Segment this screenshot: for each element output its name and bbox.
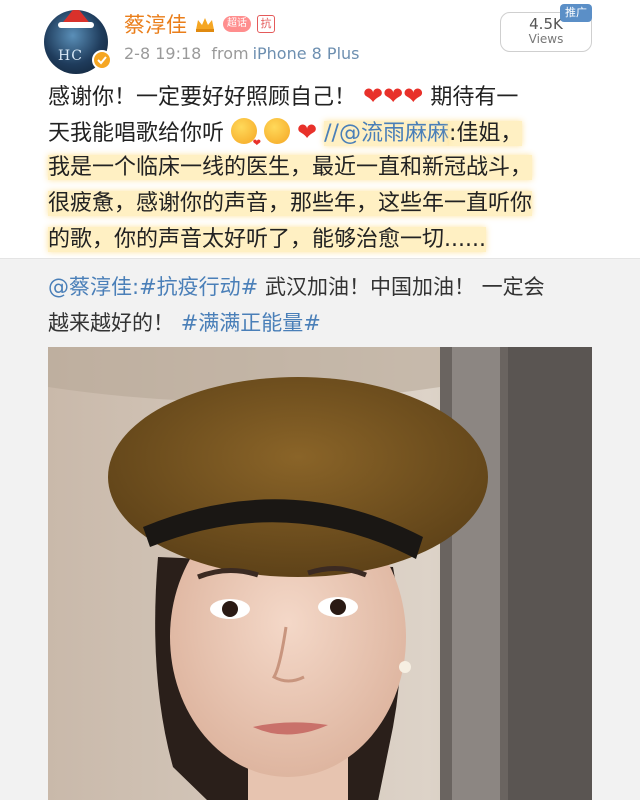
repost-author-link[interactable]: @蔡淳佳 bbox=[48, 275, 132, 299]
post-text-segment: 我是一个临床一线的医生，最近一直和新冠战斗， bbox=[48, 155, 533, 180]
selfie-photo[interactable] bbox=[48, 347, 592, 800]
repost-card[interactable]: @蔡淳佳:#抗疫行动# 武汉加油！中国加油！ 一定会 越来越好的！ #满满正能量… bbox=[0, 258, 640, 800]
post-text-segment: 天我能唱歌给你听 bbox=[48, 121, 225, 146]
kang-badge: 抗 bbox=[257, 15, 275, 33]
repost-line: @蔡淳佳:#抗疫行动# 武汉加油！中国加油！ 一定会 bbox=[48, 269, 604, 305]
photo-image bbox=[48, 347, 592, 800]
repost-text-segment: 越来越好的！ bbox=[48, 311, 174, 335]
post-text-segment: 期待有一 bbox=[430, 85, 519, 110]
santa-hat-icon bbox=[58, 10, 94, 28]
post-line: 感谢你！一定要好好照顾自己！ ❤❤❤ 期待有一 bbox=[48, 78, 604, 114]
repost-text-segment: 武汉加油！中国加油！ 一定会 bbox=[258, 275, 545, 299]
timestamp: 2-8 19:18 bbox=[124, 44, 202, 63]
crown-badge-icon bbox=[193, 14, 217, 34]
verified-badge-icon bbox=[92, 50, 112, 70]
repost-line: 越来越好的！ #满满正能量# bbox=[48, 305, 604, 341]
post-text-segment: 的歌，你的声音太好听了，能够治愈一切...... bbox=[48, 227, 486, 252]
vip-badge: 超话 bbox=[223, 16, 251, 32]
post-line: 的歌，你的声音太好听了，能够治愈一切...... bbox=[48, 222, 604, 258]
username[interactable]: 蔡淳佳 bbox=[124, 9, 187, 39]
post-text-segment: 很疲惫，感谢你的声音，那些年，这些年一直听你 bbox=[48, 191, 533, 216]
kiss-emoji-icon: ❤ bbox=[231, 118, 261, 149]
repost-text: @蔡淳佳:#抗疫行动# 武汉加油！中国加油！ 一定会 越来越好的！ #满满正能量… bbox=[48, 269, 604, 341]
topic-link[interactable]: :#抗疫行动# bbox=[132, 275, 258, 299]
post-body: 感谢你！一定要好好照顾自己！ ❤❤❤ 期待有一 天我能唱歌给你听 ❤ ❤ //@… bbox=[48, 78, 604, 258]
mention-link[interactable]: //@流雨麻麻 bbox=[324, 121, 449, 146]
smile-emoji-icon bbox=[264, 118, 291, 144]
post-line: 天我能唱歌给你听 ❤ ❤ //@流雨麻麻:佳姐， bbox=[48, 114, 604, 150]
topic-link[interactable]: #满满正能量# bbox=[181, 311, 321, 335]
post-line: 我是一个临床一线的医生，最近一直和新冠战斗， bbox=[48, 150, 604, 186]
post-text-segment: 感谢你！一定要好好照顾自己！ bbox=[48, 85, 357, 110]
device-name: iPhone 8 Plus bbox=[252, 44, 360, 63]
post-text-segment: :佳姐， bbox=[448, 121, 523, 146]
avatar-logo-text: HC bbox=[58, 48, 83, 64]
post-meta: 2-8 19:18 from iPhone 8 Plus bbox=[124, 44, 360, 63]
device-prefix: from bbox=[211, 44, 249, 63]
ad-tag: 推广 bbox=[560, 4, 592, 22]
post-header: HC 蔡淳佳 超话 抗 2-8 19:18 from iPhone 8 Plus… bbox=[0, 0, 640, 78]
post-line: 很疲惫，感谢你的声音，那些年，这些年一直听你 bbox=[48, 186, 604, 222]
heart-icon: ❤ bbox=[297, 118, 318, 146]
heart-icon: ❤❤❤ bbox=[363, 82, 424, 110]
views-label: Views bbox=[528, 32, 564, 46]
